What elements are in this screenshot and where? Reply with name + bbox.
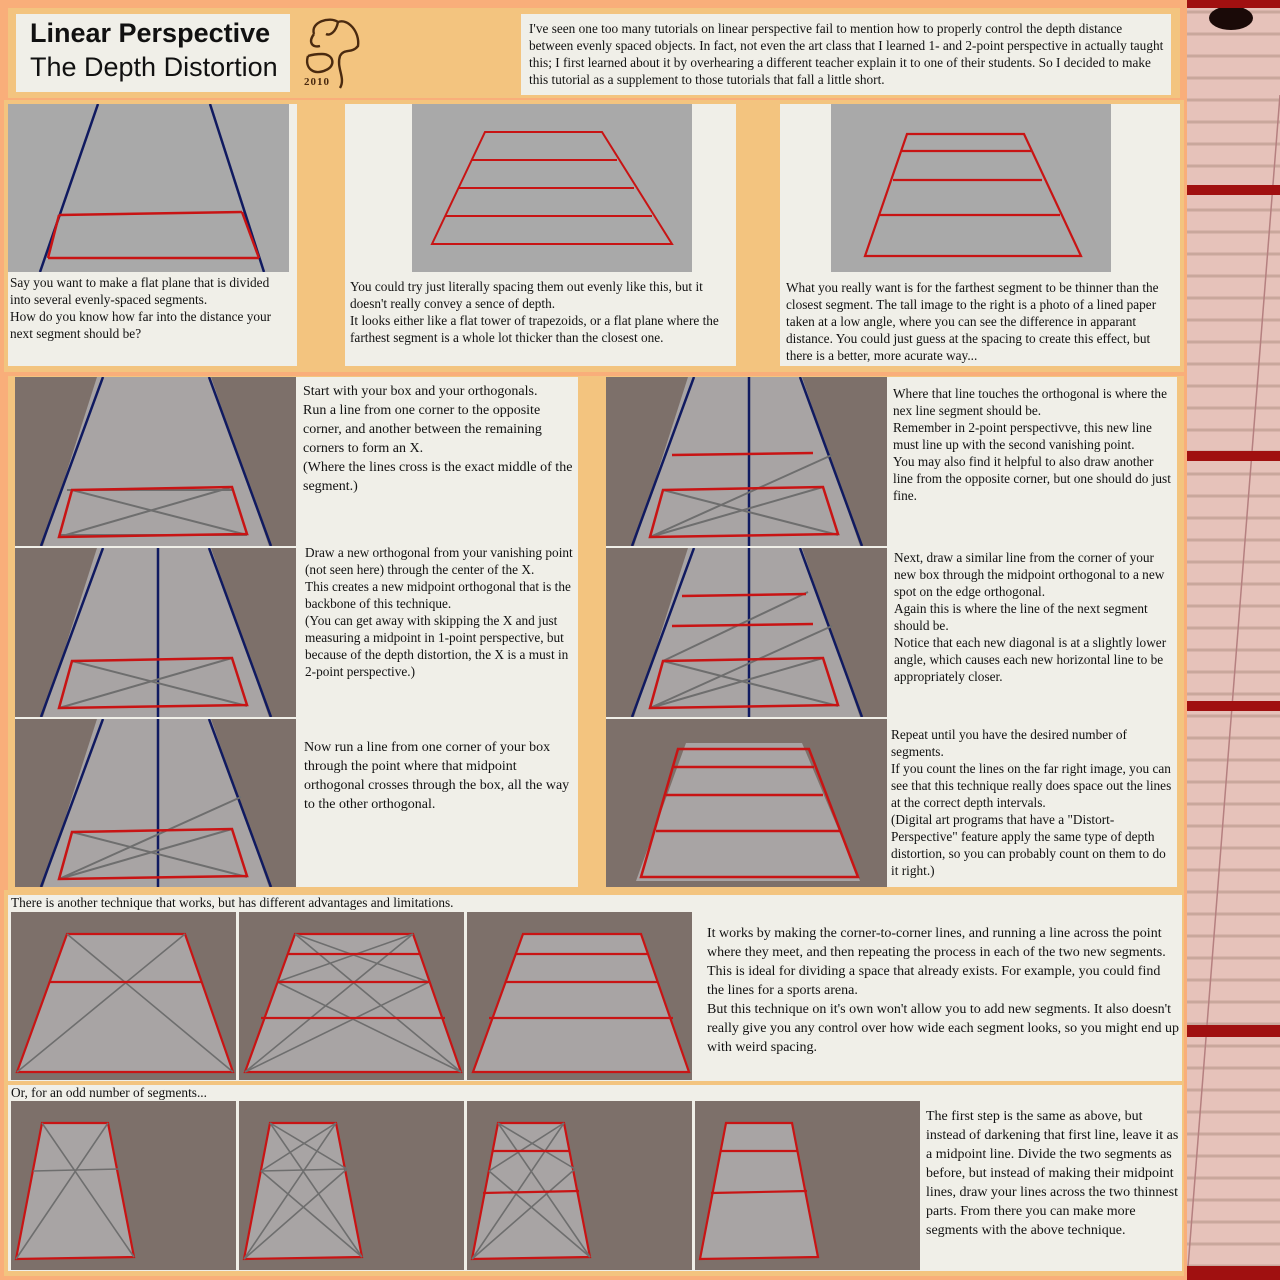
intro-panel-2: You could try just literally spacing the… — [345, 104, 736, 366]
step-left-1-text: Start with your box and your orthogonals… — [303, 384, 573, 494]
step-photo-2 — [15, 548, 296, 717]
technique2-photo-2 — [239, 912, 464, 1080]
intro-panel-3: What you really want is for the farthest… — [780, 104, 1180, 366]
technique3-heading: Or, for an odd number of segments... — [11, 1085, 207, 1100]
artist-logo: 2010 — [300, 14, 366, 94]
lined-paper-photo — [1187, 0, 1280, 1280]
logo-year: 2010 — [304, 76, 330, 88]
lined-paper-illustration — [1187, 0, 1280, 1280]
step-photo-4 — [606, 377, 887, 546]
technique3-photo-3 — [467, 1101, 692, 1270]
step-photo-3 — [15, 719, 296, 887]
step-photo-5 — [606, 548, 887, 717]
intro-panel-1-text: Say you want to make a flat plane that i… — [10, 275, 272, 341]
diagram-even-spacing — [412, 104, 692, 272]
page-subtitle: The Depth Distortion — [30, 52, 278, 82]
intro-panel-1: Say you want to make a flat plane that i… — [8, 104, 297, 366]
step-photo-6 — [606, 719, 887, 887]
technique3-text: The first step is the same as above, but… — [926, 1109, 1179, 1238]
technique2-text: It works by making the corner-to-corner … — [707, 926, 1180, 1055]
title-box: Linear Perspective The Depth Distortion — [16, 14, 290, 92]
technique3-photo-2 — [239, 1101, 464, 1270]
intro-box: I've seen one too many tutorials on line… — [521, 14, 1171, 95]
step-left-2-text: Draw a new orthogonal from your vanishin… — [305, 545, 573, 679]
technique3-photo-1 — [11, 1101, 236, 1270]
technique2-photo-1 — [11, 912, 236, 1080]
intro-panel-2-text: You could try just literally spacing the… — [350, 279, 719, 345]
diagram-depth-spacing — [831, 104, 1111, 272]
step-right-1-text: Where that line touches the orthogonal i… — [893, 386, 1171, 503]
technique3-photo-4 — [695, 1101, 920, 1270]
technique2-heading: There is another technique that works, b… — [11, 895, 454, 910]
intro-text: I've seen one too many tutorials on line… — [529, 21, 1164, 87]
step-right-2-text: Next, draw a similar line from the corne… — [894, 550, 1167, 684]
step-photo-1 — [15, 377, 296, 546]
page-title: Linear Perspective — [30, 18, 271, 48]
diagram-orthogonals — [8, 104, 289, 272]
intro-panel-3-text: What you really want is for the farthest… — [786, 280, 1159, 363]
step-right-3-text: Repeat until you have the desired number… — [891, 727, 1172, 878]
technique2-photo-3 — [467, 912, 692, 1080]
step-left-3-text: Now run a line from one corner of your b… — [304, 740, 570, 812]
